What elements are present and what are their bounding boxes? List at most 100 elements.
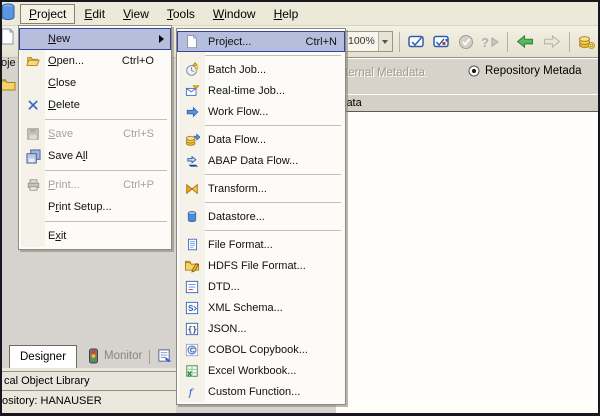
menu-separator xyxy=(177,171,345,178)
repository-metadata-radio[interactable]: Repository Metada xyxy=(468,65,582,77)
menu-item-datastore[interactable]: Datastore... xyxy=(177,206,345,227)
menu-item-label: Project... xyxy=(208,36,251,48)
toolbar-separator xyxy=(569,32,570,52)
submenu-arrow-icon xyxy=(159,35,164,43)
content-area xyxy=(336,112,598,413)
svg-text:S: S xyxy=(188,304,193,313)
menu-separator xyxy=(177,227,345,234)
menubar-item-window[interactable]: Window xyxy=(204,4,265,24)
menu-item-abap-data-flow[interactable]: ABAP Data Flow... xyxy=(177,150,345,171)
menu-separator xyxy=(177,199,345,206)
external-metadata-radio-label: ternal Metadata xyxy=(345,67,425,79)
menu-item-save-all[interactable]: Save All xyxy=(19,145,171,167)
back-arrow-icon[interactable] xyxy=(514,33,537,50)
menu-item-close[interactable]: Close xyxy=(19,72,171,94)
work-flow-icon xyxy=(179,105,205,119)
menu-item-cobol-copybook[interactable]: CCOBOL Copybook... xyxy=(177,339,345,360)
menu-item-label: Open... xyxy=(48,55,84,67)
repository-name-label: ository: HANAUSER xyxy=(2,395,176,407)
menu-separator xyxy=(177,52,345,59)
data-flow-icon xyxy=(179,132,205,147)
radio-selected-icon[interactable] xyxy=(468,65,480,77)
menu-separator xyxy=(19,218,171,225)
dtd-icon xyxy=(179,280,205,294)
menu-item-label: Real-time Job... xyxy=(208,85,285,97)
menu-item-print-setup[interactable]: Print Setup... xyxy=(19,196,171,218)
menu-item-label: Print... xyxy=(48,179,80,191)
zoom-dropdown-arrow-icon[interactable] xyxy=(378,32,392,51)
menu-item-label: HDFS File Format... xyxy=(208,260,306,272)
menu-item-real-time-job[interactable]: Real-time Job... xyxy=(177,80,345,101)
menu-item-save[interactable]: Save Ctrl+S xyxy=(19,123,171,145)
menu-item-shortcut: Ctrl+S xyxy=(123,128,168,140)
menu-item-new[interactable]: New xyxy=(19,28,171,50)
menu-item-label: Close xyxy=(48,77,76,89)
tab-label: Designer xyxy=(20,351,66,363)
menu-item-exit[interactable]: Exit xyxy=(19,225,171,247)
menu-item-label: Work Flow... xyxy=(208,106,268,118)
log-icon xyxy=(157,348,172,363)
menu-item-json[interactable]: {} JSON... xyxy=(177,318,345,339)
audit-check-icon xyxy=(456,33,476,51)
menu-item-label: XML Schema... xyxy=(208,302,283,314)
menu-item-data-flow[interactable]: Data Flow... xyxy=(177,129,345,150)
menu-item-custom-function[interactable]: fCustom Function... xyxy=(177,381,345,402)
menu-item-project[interactable]: Project...Ctrl+N xyxy=(177,31,345,52)
svg-text:?: ? xyxy=(481,35,489,50)
menu-item-label: DTD... xyxy=(208,281,240,293)
menu-item-label: Save xyxy=(48,128,73,140)
new-page-icon xyxy=(179,34,205,49)
project-tree-text-fragment: oje xyxy=(1,57,16,69)
tab-monitor[interactable]: Monitor xyxy=(87,348,142,364)
menu-item-print[interactable]: Print... Ctrl+P xyxy=(19,174,171,196)
validate-all-icon[interactable] xyxy=(431,33,453,51)
menu-item-excel-workbook[interactable]: Excel Workbook... xyxy=(177,360,345,381)
menu-item-transform[interactable]: Transform... xyxy=(177,178,345,199)
menubar-item-project[interactable]: Project xyxy=(20,4,75,24)
menu-separator xyxy=(19,167,171,174)
tab-designer[interactable]: Designer xyxy=(9,345,77,368)
menu-item-open[interactable]: Open...Ctrl+O xyxy=(19,50,171,72)
realtime-job-icon xyxy=(179,84,205,98)
menu-item-label: Transform... xyxy=(208,183,267,195)
menubar-item-help[interactable]: Help xyxy=(265,4,308,24)
menu-item-label: Datastore... xyxy=(208,211,265,223)
metadata-source-bar: ternal Metadata Repository Metada xyxy=(336,57,598,91)
central-repository-icon[interactable] xyxy=(576,33,597,51)
printer-icon xyxy=(21,178,45,192)
menu-item-file-format[interactable]: File Format... xyxy=(177,234,345,255)
menu-item-shortcut: Ctrl+P xyxy=(123,179,168,191)
traffic-light-icon xyxy=(87,348,100,364)
menu-item-batch-job[interactable]: Batch Job... xyxy=(177,59,345,80)
menu-item-label: Batch Job... xyxy=(208,64,266,76)
menu-item-label: ABAP Data Flow... xyxy=(208,155,298,167)
toolbar-separator xyxy=(399,32,400,52)
menubar-item-tools[interactable]: Tools xyxy=(158,4,204,24)
menu-item-label: JSON... xyxy=(208,323,247,335)
menu-item-xml-schema[interactable]: S XML Schema... xyxy=(177,297,345,318)
excel-workbook-icon xyxy=(179,364,205,378)
folder-fragment-icon xyxy=(0,78,16,91)
validate-current-icon[interactable] xyxy=(406,33,428,51)
menubar: ProjectEditViewToolsWindowHelp xyxy=(2,2,598,26)
menubar-item-edit[interactable]: Edit xyxy=(75,4,114,24)
svg-text:{}: {} xyxy=(188,325,198,334)
save-all-icon xyxy=(21,149,45,164)
local-object-library-header: cal Object Library xyxy=(2,371,176,391)
new-page-toolbar-fragment-icon xyxy=(1,28,14,45)
view-where-used-icon: ? xyxy=(479,33,501,51)
new-submenu: Project...Ctrl+N Batch Job... Real-time Jo… xyxy=(176,28,346,405)
menu-item-label: Custom Function... xyxy=(208,386,300,398)
menu-item-dtd[interactable]: DTD... xyxy=(177,276,345,297)
zoom-level-value: 100% xyxy=(344,32,378,51)
abap-data-flow-icon xyxy=(179,153,205,168)
menubar-item-view[interactable]: View xyxy=(114,4,158,24)
app-icon xyxy=(1,3,15,21)
zoom-level-combo[interactable]: 100% xyxy=(343,31,393,52)
menu-item-work-flow[interactable]: Work Flow... xyxy=(177,101,345,122)
toolbar-separator xyxy=(507,32,508,52)
menu-item-delete[interactable]: Delete xyxy=(19,94,171,116)
xml-schema-icon: S xyxy=(179,301,205,315)
menu-item-hdfs-file-format[interactable]: HDFS File Format... xyxy=(177,255,345,276)
json-icon: {} xyxy=(179,322,205,336)
